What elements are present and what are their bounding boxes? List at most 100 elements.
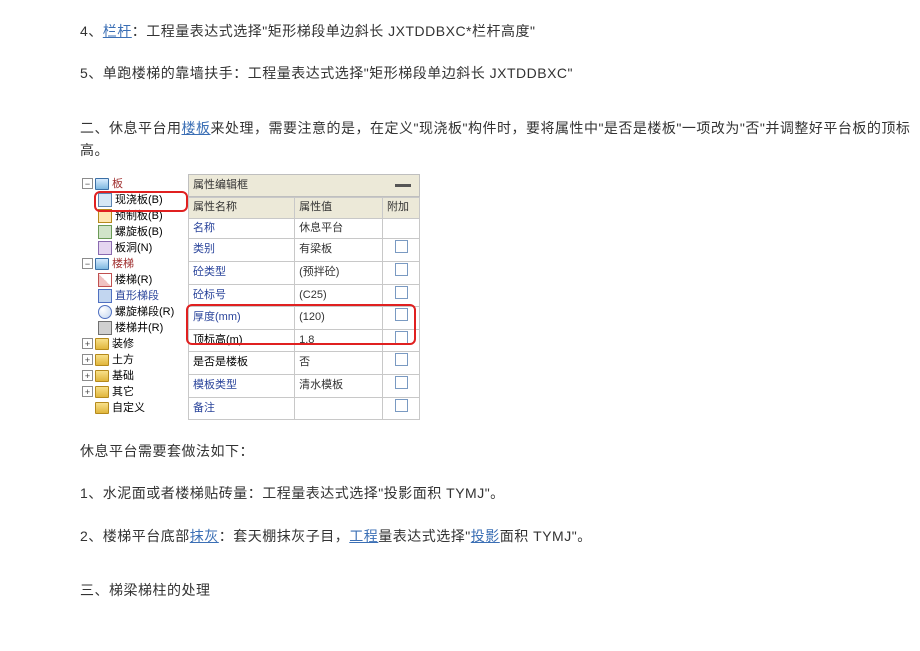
folder-icon bbox=[95, 338, 109, 350]
folder-icon bbox=[95, 258, 109, 270]
minimize-icon[interactable] bbox=[395, 184, 411, 187]
tree-item[interactable]: 楼梯(R) bbox=[80, 272, 188, 288]
screenshot-figure: − 板 现浇板(B) 预制板(B) 螺旋板(B) 板洞(N) − 楼梯 bbox=[80, 174, 920, 421]
prop-value[interactable]: 休息平台 bbox=[295, 218, 383, 239]
para-rest-2: 2、楼梯平台底部抹灰：套天棚抹灰子目，工程量表达式选择"投影面积 TYMJ"。 bbox=[80, 525, 920, 547]
checkbox[interactable] bbox=[395, 353, 408, 366]
tree-node-louti[interactable]: − 楼梯 bbox=[80, 256, 188, 272]
link-gongcheng[interactable]: 工程 bbox=[349, 528, 378, 544]
prop-name: 名称 bbox=[189, 218, 295, 239]
prop-extra[interactable] bbox=[383, 307, 420, 330]
tree-item[interactable]: 预制板(B) bbox=[80, 208, 188, 224]
text: 二、休息平台用 bbox=[80, 120, 182, 136]
col-name: 属性名称 bbox=[189, 198, 295, 219]
tree-label: 其它 bbox=[112, 384, 134, 400]
tree-label: 螺旋梯段(R) bbox=[115, 304, 174, 320]
prop-value[interactable] bbox=[295, 397, 383, 420]
table-row[interactable]: 备注 bbox=[189, 397, 420, 420]
prop-extra[interactable] bbox=[383, 261, 420, 284]
link-langan[interactable]: 栏杆 bbox=[103, 23, 132, 39]
prop-extra[interactable] bbox=[383, 284, 420, 307]
tree-node[interactable]: 自定义 bbox=[80, 400, 188, 416]
prop-name: 备注 bbox=[189, 397, 295, 420]
table-row[interactable]: 砼类型(预拌砼) bbox=[189, 261, 420, 284]
checkbox[interactable] bbox=[395, 399, 408, 412]
col-extra: 附加 bbox=[383, 198, 420, 219]
prop-value[interactable]: 否 bbox=[295, 352, 383, 375]
stair-icon bbox=[98, 289, 112, 303]
prop-extra[interactable] bbox=[383, 218, 420, 239]
checkbox[interactable] bbox=[395, 308, 408, 321]
tree-label: 现浇板(B) bbox=[115, 192, 163, 208]
prop-name: 是否是楼板 bbox=[189, 352, 295, 375]
prop-value[interactable]: 1.8 bbox=[295, 329, 383, 352]
tree-item[interactable]: 直形梯段 bbox=[80, 288, 188, 304]
table-row[interactable]: 厚度(mm)(120) bbox=[189, 307, 420, 330]
prop-value[interactable]: (120) bbox=[295, 307, 383, 330]
prop-extra[interactable] bbox=[383, 397, 420, 420]
para-4: 4、栏杆：工程量表达式选择"矩形梯段单边斜长 JXTDDBXC*栏杆高度" bbox=[80, 20, 920, 42]
tree-node[interactable]: +土方 bbox=[80, 352, 188, 368]
col-value: 属性值 bbox=[295, 198, 383, 219]
tree-label: 螺旋板(B) bbox=[115, 224, 163, 240]
folder-icon bbox=[95, 386, 109, 398]
table-row[interactable]: 类别有梁板 bbox=[189, 239, 420, 262]
collapse-icon[interactable]: − bbox=[82, 178, 93, 189]
prop-value[interactable]: 清水模板 bbox=[295, 374, 383, 397]
checkbox[interactable] bbox=[395, 286, 408, 299]
para-section3: 三、梯梁梯柱的处理 bbox=[80, 579, 920, 601]
tree-label: 楼梯 bbox=[112, 256, 134, 272]
tree-item[interactable]: 板洞(N) bbox=[80, 240, 188, 256]
checkbox[interactable] bbox=[395, 331, 408, 344]
tree-node-ban[interactable]: − 板 bbox=[80, 176, 188, 192]
folder-icon bbox=[95, 354, 109, 366]
expand-icon[interactable]: + bbox=[82, 370, 93, 381]
prop-extra[interactable] bbox=[383, 329, 420, 352]
tree-node[interactable]: + 其它 bbox=[80, 384, 188, 400]
checkbox[interactable] bbox=[395, 240, 408, 253]
tree-label: 楼梯井(R) bbox=[115, 320, 163, 336]
prop-extra[interactable] bbox=[383, 352, 420, 375]
prop-value[interactable]: (C25) bbox=[295, 284, 383, 307]
text: 2、楼梯平台底部 bbox=[80, 528, 190, 544]
property-grid: 属性编辑框 属性名称 属性值 附加 名称休息平台类别有梁板砼类型(预拌砼)砼标号… bbox=[188, 174, 420, 421]
tree-item[interactable]: 螺旋板(B) bbox=[80, 224, 188, 240]
table-row[interactable]: 是否是楼板否 bbox=[189, 352, 420, 375]
table-row[interactable]: 顶标高(m)1.8 bbox=[189, 329, 420, 352]
tree-item[interactable]: 现浇板(B) bbox=[80, 192, 188, 208]
grid-title-bar: 属性编辑框 bbox=[188, 174, 420, 198]
tree-node[interactable]: + 装修 bbox=[80, 336, 188, 352]
prop-name: 砼类型 bbox=[189, 261, 295, 284]
collapse-icon[interactable]: − bbox=[82, 258, 93, 269]
tree-label: 自定义 bbox=[112, 400, 145, 416]
prop-value[interactable]: (预拌砼) bbox=[295, 261, 383, 284]
checkbox[interactable] bbox=[395, 376, 408, 389]
checkbox[interactable] bbox=[395, 263, 408, 276]
prop-value[interactable]: 有梁板 bbox=[295, 239, 383, 262]
tree-item[interactable]: 楼梯井(R) bbox=[80, 320, 188, 336]
slab-icon bbox=[98, 241, 112, 255]
prop-extra[interactable] bbox=[383, 239, 420, 262]
prop-name: 模板类型 bbox=[189, 374, 295, 397]
tree-label: 直形梯段 bbox=[115, 288, 159, 304]
prop-name: 顶标高(m) bbox=[189, 329, 295, 352]
tree-node[interactable]: +基础 bbox=[80, 368, 188, 384]
tree-item[interactable]: 螺旋梯段(R) bbox=[80, 304, 188, 320]
tree-label: 装修 bbox=[112, 336, 134, 352]
table-row[interactable]: 名称休息平台 bbox=[189, 218, 420, 239]
prop-name: 砼标号 bbox=[189, 284, 295, 307]
prop-extra[interactable] bbox=[383, 374, 420, 397]
link-mohui[interactable]: 抹灰 bbox=[190, 528, 219, 544]
slab-icon bbox=[98, 193, 112, 207]
para-section2: 二、休息平台用楼板来处理，需要注意的是，在定义"现浇板"构件时，要将属性中"是否… bbox=[80, 117, 920, 162]
para-rest-1: 1、水泥面或者楼梯贴砖量：工程量表达式选择"投影面积 TYMJ"。 bbox=[80, 482, 920, 504]
table-row[interactable]: 砼标号(C25) bbox=[189, 284, 420, 307]
expand-icon[interactable]: + bbox=[82, 386, 93, 397]
expand-icon[interactable]: + bbox=[82, 354, 93, 365]
link-louban[interactable]: 楼板 bbox=[182, 120, 211, 136]
para-5: 5、单跑楼梯的靠墙扶手：工程量表达式选择"矩形梯段单边斜长 JXTDDBXC" bbox=[80, 62, 920, 84]
expand-icon[interactable]: + bbox=[82, 338, 93, 349]
text: ：套天棚抹灰子目， bbox=[219, 528, 350, 544]
table-row[interactable]: 模板类型清水模板 bbox=[189, 374, 420, 397]
link-touying[interactable]: 投影 bbox=[471, 528, 500, 544]
